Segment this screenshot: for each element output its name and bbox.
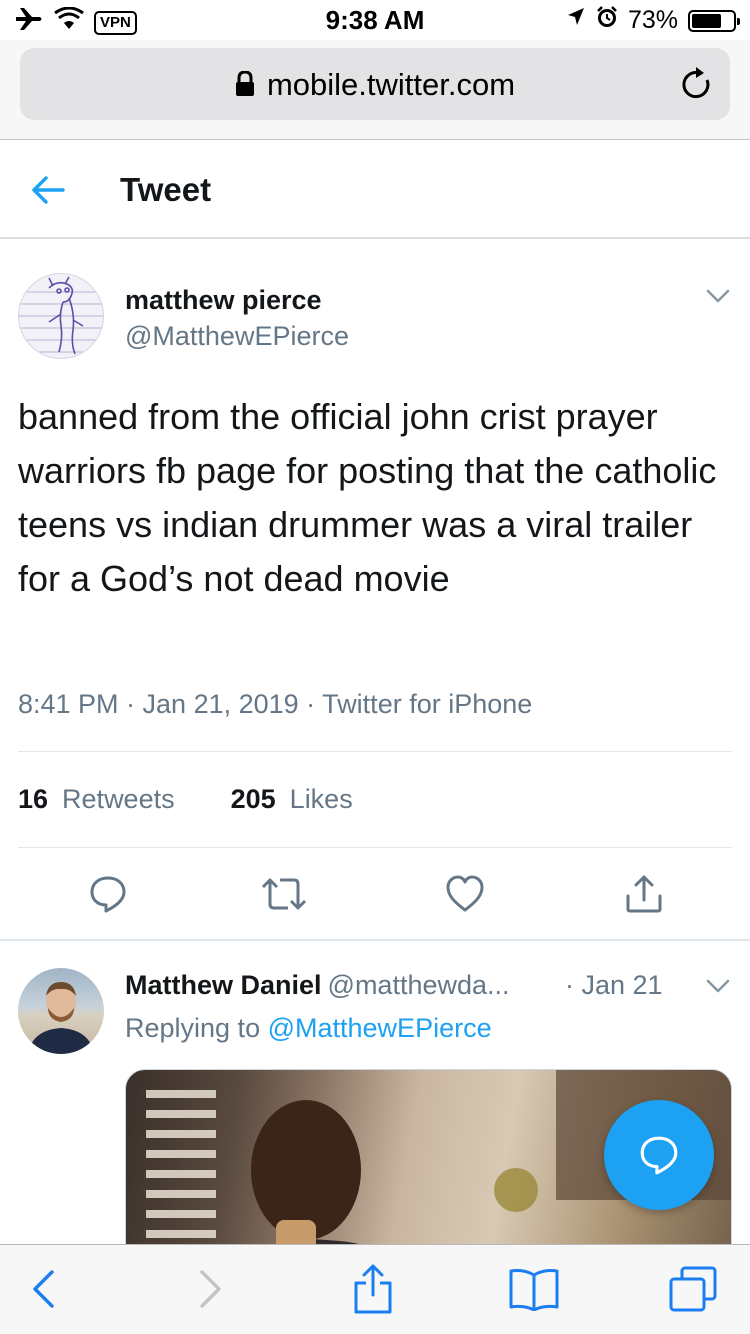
likes-count: 205 (230, 784, 276, 814)
location-icon (566, 6, 586, 35)
battery-percent: 73% (627, 6, 678, 34)
alarm-icon (596, 6, 618, 35)
safari-back-icon[interactable] (30, 1269, 56, 1314)
reply-icon[interactable] (88, 874, 128, 919)
chevron-down-icon[interactable] (706, 978, 730, 999)
reply-author-handle: @matthewda... (327, 970, 510, 1000)
retweet-icon[interactable] (260, 874, 308, 919)
tweet-meta: 8:41 PM · Jan 21, 2019 · Twitter for iPh… (18, 689, 533, 719)
tweet-stats: 16 Retweets 205 Likes (18, 784, 353, 815)
like-icon[interactable] (445, 874, 485, 919)
author-handle[interactable]: @MatthewEPierce (125, 321, 349, 352)
reply-author[interactable]: Matthew Daniel @matthewda... (125, 970, 510, 1001)
page-header: Tweet (0, 141, 750, 239)
likes-stat[interactable]: 205 Likes (231, 784, 353, 815)
reply-author-name: Matthew Daniel (125, 970, 322, 1000)
compose-reply-button[interactable] (604, 1100, 714, 1210)
tweet-text: banned from the official john crist pray… (18, 396, 717, 599)
reply-date: · Jan 21 (565, 970, 663, 1000)
browser-toolbar (0, 1244, 750, 1334)
share-icon[interactable] (624, 874, 664, 919)
page-title: Tweet (120, 171, 212, 208)
divider (18, 751, 732, 752)
likes-label: Likes (289, 784, 353, 814)
divider (18, 847, 732, 848)
retweets-label: Retweets (62, 784, 175, 814)
chevron-down-icon[interactable] (706, 288, 730, 309)
replying-to-handle[interactable]: @MatthewEPierce (268, 1013, 492, 1043)
reload-icon[interactable] (680, 66, 714, 107)
back-arrow-icon[interactable] (30, 173, 66, 212)
address-bar[interactable]: mobile.twitter.com (20, 48, 730, 120)
divider (0, 939, 750, 941)
replying-to: Replying to @MatthewEPierce (125, 1013, 492, 1044)
author-name[interactable]: matthew pierce (125, 285, 322, 316)
url-text: mobile.twitter.com (266, 67, 516, 102)
bookmarks-icon[interactable] (508, 1267, 560, 1316)
tabs-icon[interactable] (668, 1265, 718, 1318)
avatar[interactable] (18, 273, 104, 359)
address-display[interactable]: mobile.twitter.com (20, 67, 730, 105)
compose-bubble-icon (640, 1136, 678, 1175)
status-right: 73% (566, 6, 740, 35)
battery-icon (688, 9, 740, 32)
browser-chrome: mobile.twitter.com (0, 40, 750, 140)
status-bar: VPN 9:38 AM 73% (0, 0, 750, 40)
safari-forward-icon[interactable] (198, 1269, 224, 1314)
replying-prefix: Replying to (125, 1013, 261, 1043)
retweets-stat[interactable]: 16 Retweets (18, 784, 175, 815)
safari-share-icon[interactable] (352, 1263, 394, 1320)
reply-avatar[interactable] (18, 968, 104, 1054)
lock-icon (235, 69, 255, 105)
retweets-count: 16 (18, 784, 49, 814)
